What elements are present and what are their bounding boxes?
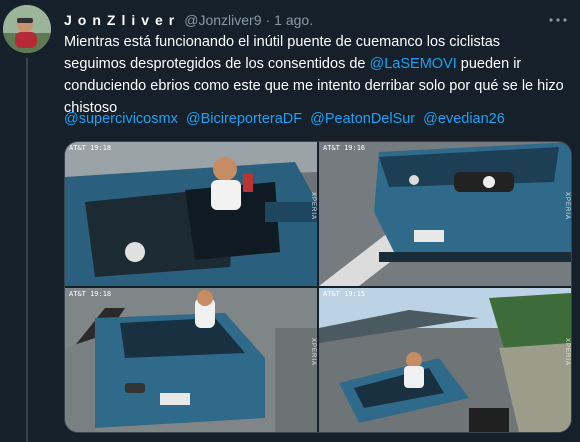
mention-link[interactable]: @BicireporteraDF (186, 111, 302, 127)
mention-link[interactable]: @evedian26 (423, 111, 505, 127)
road-scene-photo (319, 288, 571, 432)
mention-link[interactable]: @supercivicosmx (64, 111, 178, 127)
mention-link[interactable]: @PeatonDelSur (310, 111, 415, 127)
media-grid: AT&T 19:18 XPERIA AT&T 19:16 XPERIA AT&T… (64, 141, 572, 433)
mentions-line: @supercivicosmx @BicireporteraDF @Peaton… (64, 108, 564, 130)
media-photo-4[interactable]: AT&T 19:15 XPERIA (319, 288, 571, 432)
tweet-timestamp[interactable]: 1 ago. (274, 12, 313, 28)
tweet-header: JonZliver @Jonzliver9 · 1 ago. (64, 10, 540, 30)
media-timestamp: AT&T 19:16 (323, 144, 366, 152)
media-photo-1[interactable]: AT&T 19:18 XPERIA (65, 142, 317, 286)
car-side-photo (65, 288, 317, 432)
thread-line (26, 58, 28, 442)
more-options-icon[interactable] (546, 8, 570, 32)
car-rear-photo (319, 142, 571, 286)
author-avatar[interactable] (3, 5, 51, 53)
media-brand-label: XPERIA (310, 337, 316, 366)
media-brand-label: XPERIA (310, 191, 316, 220)
media-photo-3[interactable]: AT&T 19:18 XPERIA (65, 288, 317, 432)
media-brand-label: XPERIA (564, 337, 570, 366)
separator-dot: · (265, 12, 271, 28)
media-timestamp: AT&T 19:15 (323, 290, 366, 298)
media-timestamp: AT&T 19:18 (69, 290, 112, 298)
media-brand-label: XPERIA (564, 191, 570, 220)
author-display-name[interactable]: JonZliver (64, 12, 180, 28)
car-window-photo (65, 142, 317, 286)
mention-link-lasemovi[interactable]: @LaSEMOVI (370, 56, 457, 72)
avatar-photo (3, 5, 51, 53)
author-handle[interactable]: @Jonzliver9 (184, 12, 261, 28)
media-photo-2[interactable]: AT&T 19:16 XPERIA (319, 142, 571, 286)
media-timestamp: AT&T 19:18 (69, 144, 112, 152)
tweet-text: Mientras está funcionando el inútil puen… (64, 31, 564, 119)
